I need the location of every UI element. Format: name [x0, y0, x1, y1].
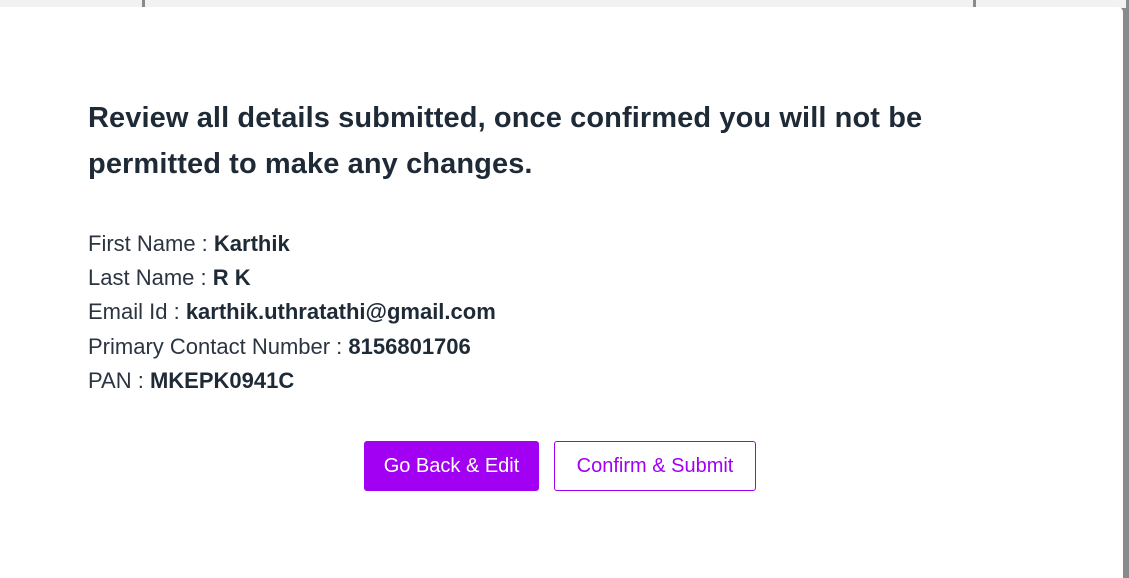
detail-value: MKEPK0941C	[149, 367, 295, 393]
detail-label: Primary Contact Number :	[88, 333, 349, 359]
detail-last-name: Last Name : R K	[88, 261, 496, 295]
detail-value: R K	[212, 265, 251, 291]
detail-value: karthik.uthratathi@gmail.com	[185, 299, 496, 325]
detail-label: PAN :	[88, 367, 150, 393]
dialog-actions: Go Back & Edit Confirm & Submit	[364, 441, 756, 491]
review-dialog: Review all details submitted, once confi…	[0, 7, 1123, 578]
detail-label: First Name :	[88, 231, 214, 256]
detail-email: Email Id : karthik.uthratathi@gmail.com	[88, 295, 496, 329]
detail-label: Email Id :	[88, 299, 186, 325]
detail-value: 8156801706	[348, 333, 471, 359]
dialog-heading: Review all details submitted, once confi…	[88, 102, 923, 180]
go-back-edit-button[interactable]: Go Back & Edit	[364, 441, 539, 491]
detail-value: Karthik	[213, 231, 290, 256]
details-list: First Name : Karthik Last Name : R K Ema…	[88, 227, 496, 398]
detail-label: Last Name :	[88, 265, 213, 291]
detail-contact-number: Primary Contact Number : 8156801706	[88, 330, 496, 364]
detail-pan: PAN : MKEPK0941C	[88, 364, 496, 398]
detail-first-name: First Name : Karthik	[88, 227, 496, 261]
confirm-submit-button[interactable]: Confirm & Submit	[554, 441, 756, 491]
